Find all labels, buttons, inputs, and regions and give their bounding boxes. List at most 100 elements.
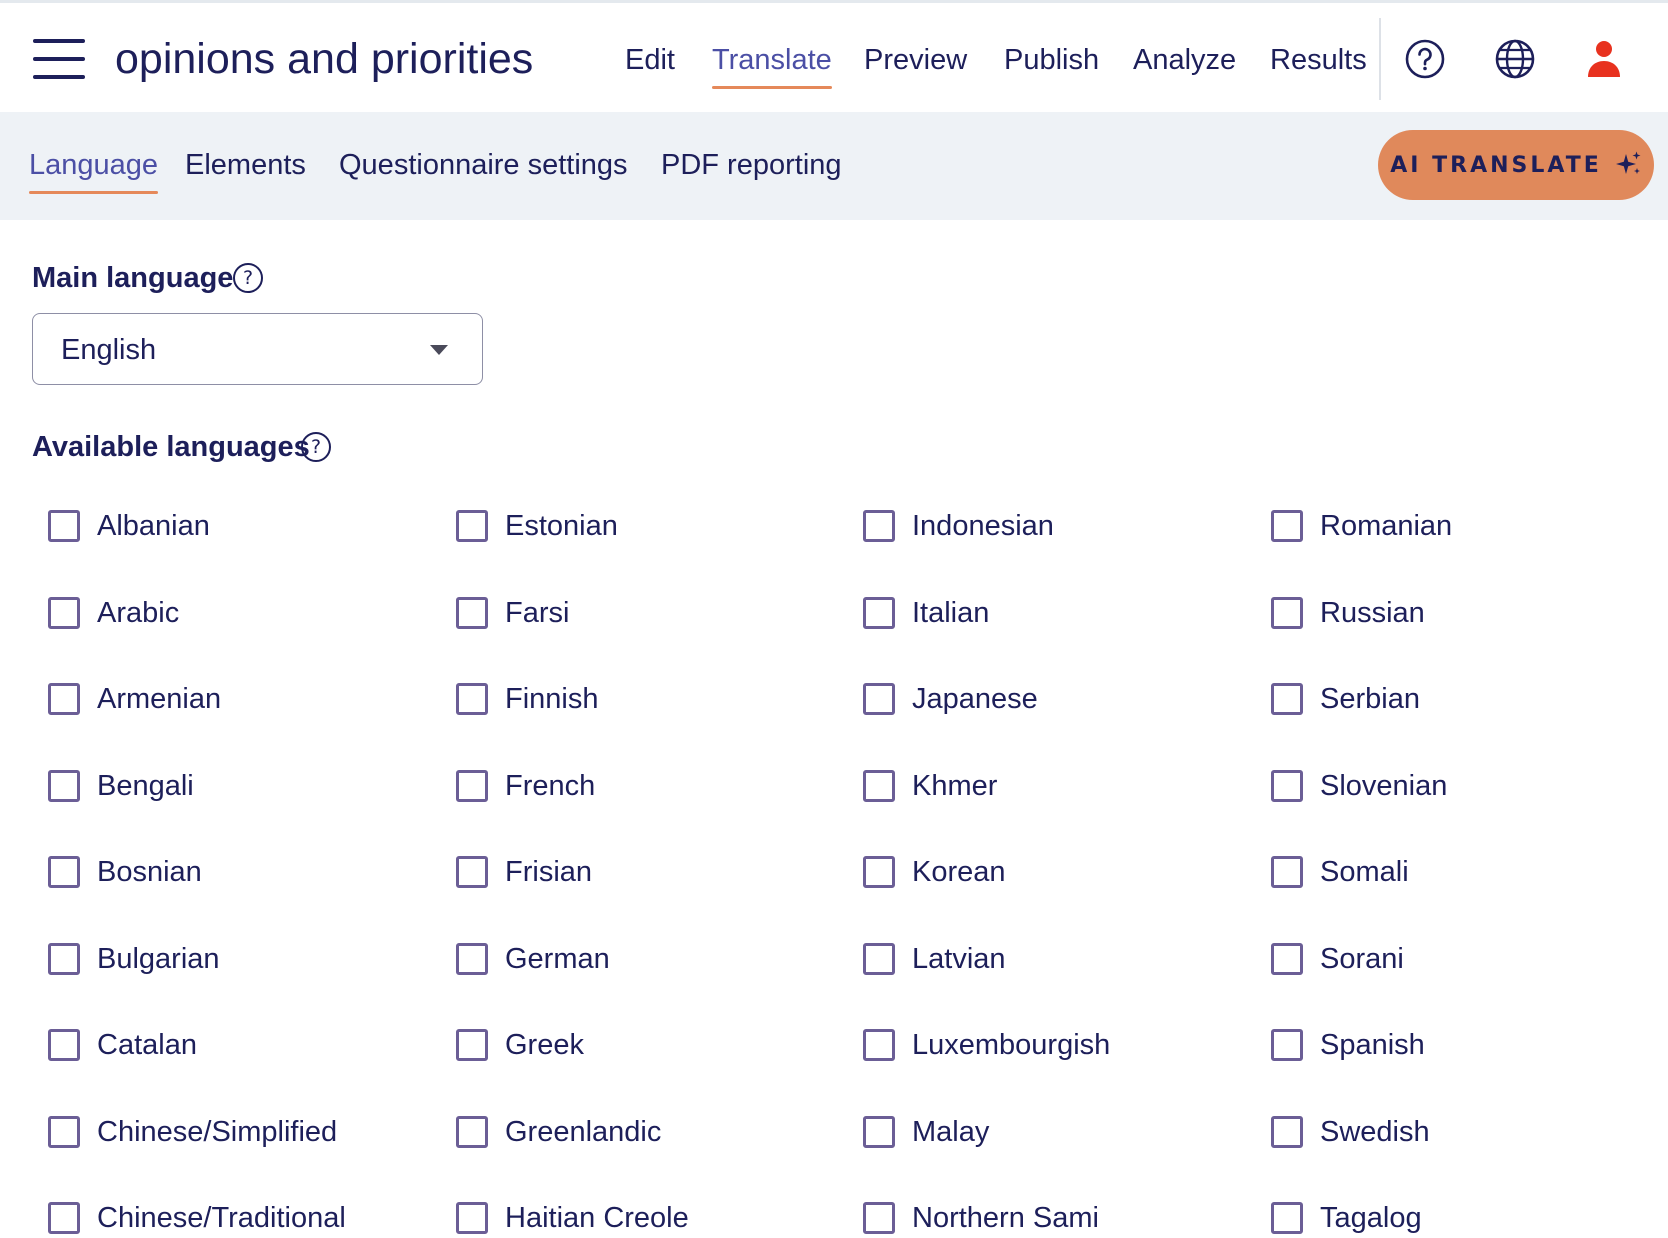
- language-label: Armenian: [97, 683, 222, 715]
- language-label: Greek: [505, 1029, 584, 1061]
- nav-edit[interactable]: Edit: [625, 40, 675, 80]
- checkbox[interactable]: [456, 597, 488, 629]
- nav-publish[interactable]: Publish: [1004, 40, 1099, 80]
- checkbox[interactable]: [48, 1202, 80, 1234]
- main-language-value: English: [61, 334, 157, 366]
- language-label: Chinese/Simplified: [97, 1116, 338, 1148]
- language-label: Albanian: [97, 510, 210, 542]
- header-divider: [1379, 18, 1381, 100]
- language-label: Luxembourgish: [912, 1029, 1111, 1061]
- checkbox[interactable]: [1271, 856, 1303, 888]
- available-languages-title: Available languages: [32, 431, 310, 463]
- user-icon[interactable]: [1582, 37, 1626, 81]
- checkbox[interactable]: [863, 1202, 895, 1234]
- tab-pdf-reporting[interactable]: PDF reporting: [661, 145, 842, 185]
- globe-icon[interactable]: [1493, 37, 1537, 81]
- checkbox[interactable]: [456, 1116, 488, 1148]
- checkbox[interactable]: [863, 943, 895, 975]
- ai-translate-label: AI TRANSLATE: [1390, 152, 1602, 178]
- language-label: German: [505, 943, 610, 975]
- language-label: Slovenian: [1320, 770, 1448, 802]
- nav-translate[interactable]: Translate: [712, 40, 832, 89]
- ai-translate-button[interactable]: AI TRANSLATE: [1378, 130, 1654, 200]
- language-label: Chinese/Traditional: [97, 1202, 346, 1234]
- checkbox[interactable]: [863, 856, 895, 888]
- checkbox[interactable]: [48, 770, 80, 802]
- checkbox[interactable]: [1271, 1029, 1303, 1061]
- app-title: opinions and priorities: [115, 35, 534, 83]
- checkbox[interactable]: [48, 510, 80, 542]
- tab-language[interactable]: Language: [29, 145, 159, 194]
- language-label: Catalan: [97, 1029, 197, 1061]
- language-label: Romanian: [1320, 510, 1453, 542]
- checkbox[interactable]: [863, 1029, 895, 1061]
- language-label: Japanese: [912, 683, 1038, 715]
- sub-nav: Language Elements Questionnaire settings…: [0, 112, 1668, 220]
- language-label: Bosnian: [97, 856, 202, 888]
- available-languages-help-icon[interactable]: ?: [301, 432, 331, 462]
- checkbox[interactable]: [863, 510, 895, 542]
- language-label: Arabic: [97, 597, 180, 629]
- checkbox[interactable]: [1271, 510, 1303, 542]
- help-icon[interactable]: [1403, 37, 1447, 81]
- checkbox[interactable]: [456, 943, 488, 975]
- checkbox[interactable]: [456, 683, 488, 715]
- language-label: Sorani: [1320, 943, 1404, 975]
- checkbox[interactable]: [863, 683, 895, 715]
- checkbox[interactable]: [456, 856, 488, 888]
- checkbox[interactable]: [48, 683, 80, 715]
- language-label: Somali: [1320, 856, 1409, 888]
- checkbox[interactable]: [863, 597, 895, 629]
- checkbox[interactable]: [456, 1202, 488, 1234]
- language-label: French: [505, 770, 596, 802]
- checkbox[interactable]: [1271, 1202, 1303, 1234]
- language-label: Italian: [912, 597, 990, 629]
- tab-elements[interactable]: Elements: [185, 145, 306, 185]
- checkbox[interactable]: [1271, 770, 1303, 802]
- language-label: Latvian: [912, 943, 1006, 975]
- language-label: Frisian: [505, 856, 593, 888]
- language-label: Serbian: [1320, 683, 1420, 715]
- tab-questionnaire-settings[interactable]: Questionnaire settings: [339, 145, 628, 185]
- language-label: Russian: [1320, 597, 1425, 629]
- checkbox[interactable]: [1271, 1116, 1303, 1148]
- checkbox[interactable]: [1271, 597, 1303, 629]
- language-label: Spanish: [1320, 1029, 1425, 1061]
- language-label: Malay: [912, 1116, 990, 1148]
- sparkle-icon: [1615, 151, 1642, 180]
- language-label: Estonian: [505, 510, 618, 542]
- language-label: Swedish: [1320, 1116, 1430, 1148]
- main-language-title: Main language: [32, 262, 234, 294]
- checkbox[interactable]: [48, 1116, 80, 1148]
- checkbox[interactable]: [1271, 943, 1303, 975]
- checkbox[interactable]: [48, 1029, 80, 1061]
- chevron-down-icon: [430, 345, 448, 355]
- nav-preview[interactable]: Preview: [864, 40, 967, 80]
- nav-analyze[interactable]: Analyze: [1133, 40, 1236, 80]
- language-label: Farsi: [505, 597, 570, 629]
- language-label: Indonesian: [912, 510, 1054, 542]
- language-label: Haitian Creole: [505, 1202, 689, 1234]
- language-label: Finnish: [505, 683, 599, 715]
- language-label: Bengali: [97, 770, 194, 802]
- checkbox[interactable]: [456, 770, 488, 802]
- checkbox[interactable]: [48, 597, 80, 629]
- checkbox[interactable]: [48, 943, 80, 975]
- language-label: Tagalog: [1320, 1202, 1422, 1234]
- checkbox[interactable]: [1271, 683, 1303, 715]
- checkbox[interactable]: [456, 510, 488, 542]
- nav-results[interactable]: Results: [1270, 40, 1367, 80]
- app-header: opinions and priorities Edit Translate P…: [0, 3, 1668, 112]
- checkbox[interactable]: [48, 856, 80, 888]
- menu-icon[interactable]: [33, 36, 85, 82]
- language-label: Northern Sami: [912, 1202, 1099, 1234]
- main-language-help-icon[interactable]: ?: [233, 263, 263, 293]
- checkbox[interactable]: [863, 770, 895, 802]
- checkbox[interactable]: [456, 1029, 488, 1061]
- language-label: Bulgarian: [97, 943, 220, 975]
- language-label: Khmer: [912, 770, 998, 802]
- language-label: Greenlandic: [505, 1116, 662, 1148]
- checkbox[interactable]: [863, 1116, 895, 1148]
- language-label: Korean: [912, 856, 1006, 888]
- main-language-select[interactable]: English: [32, 313, 483, 385]
